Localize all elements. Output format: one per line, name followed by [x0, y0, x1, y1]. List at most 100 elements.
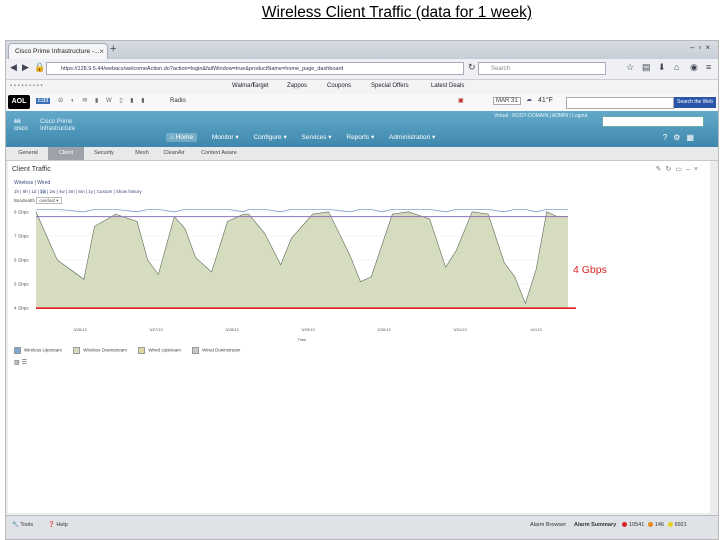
- star-icon[interactable]: ☆: [626, 62, 634, 73]
- navigation-bar: ◀ ▶ 🔒 https://128.9.5.44/webacs/welcomeA…: [6, 59, 718, 80]
- edit-icon[interactable]: ✎: [656, 166, 666, 173]
- bookmark-walmart[interactable]: Walmart: [232, 83, 254, 89]
- menu-services-label: Services: [301, 134, 327, 141]
- y-tick-label: 5 Gbps: [14, 282, 29, 287]
- refresh-panel-icon[interactable]: ↻: [666, 166, 676, 173]
- maximize-panel-icon[interactable]: ▭: [675, 166, 686, 173]
- aol-toolbar-icons[interactable]: ☮ ◐ ✉ ▮ W ▯ ▮ ▮: [58, 97, 148, 104]
- refresh-icon[interactable]: ↻: [468, 62, 476, 73]
- show-history-link[interactable]: Show history: [116, 189, 142, 194]
- main-menu: ⌂ Home Monitor ▾ Configure ▾ Services ▾ …: [166, 133, 448, 142]
- clipboard-icon[interactable]: ▤: [642, 62, 651, 73]
- bookmark-latest-deals[interactable]: Latest Deals: [431, 83, 464, 89]
- browser-search-input[interactable]: Search: [478, 62, 606, 75]
- bookmark-coupons[interactable]: Coupons: [327, 83, 351, 89]
- forward-icon[interactable]: ▶: [22, 62, 29, 73]
- major-count: 146: [654, 522, 665, 528]
- panel-controls[interactable]: ✎↻▭–×: [656, 165, 702, 173]
- aol-radio-button[interactable]: Radio: [170, 98, 186, 104]
- bookmark-target[interactable]: Target: [252, 83, 269, 89]
- menu-services[interactable]: Services ▾: [302, 133, 332, 141]
- chart-view-icon[interactable]: ▨: [14, 360, 22, 366]
- period-1d[interactable]: 1d: [31, 189, 36, 194]
- minimize-panel-icon[interactable]: –: [686, 166, 694, 173]
- legend-label: Wired Upstream: [148, 347, 181, 353]
- tab-general[interactable]: General: [10, 147, 46, 160]
- legend-item[interactable]: Wireless Downstream: [73, 347, 127, 354]
- tab-mesh[interactable]: Mesh: [124, 147, 160, 160]
- legend-item[interactable]: Wired Upstream: [138, 347, 181, 354]
- help-button[interactable]: ❓ Help: [48, 522, 68, 528]
- menu-reports[interactable]: Reports ▾: [346, 133, 374, 141]
- aol-logo[interactable]: AOL: [8, 95, 30, 109]
- menu-icon[interactable]: ≡: [706, 62, 711, 72]
- period-1w[interactable]: 1w: [40, 189, 46, 194]
- period-1y[interactable]: 1y: [88, 189, 93, 194]
- help-label: Help: [56, 522, 68, 528]
- tab-security[interactable]: Security: [86, 147, 122, 160]
- y-axis-labels: 8 Gbps 7 Gbps 6 Gbps 5 Gbps 4 Gbps: [14, 209, 29, 310]
- weather-temp: 41°F: [538, 97, 553, 104]
- user-info[interactable]: Virtual : ROOT-DOMAIN | ADMIN | Logout: [494, 113, 587, 119]
- window-controls[interactable]: –▫×: [690, 43, 714, 52]
- back-icon[interactable]: ◀: [10, 62, 17, 73]
- period-6h[interactable]: 6h: [23, 189, 28, 194]
- legend-swatch: [14, 347, 21, 354]
- x-tick-label: 3/28/13: [225, 327, 239, 332]
- x-tick-label: 3/27/13: [149, 327, 163, 332]
- period-custom[interactable]: Custom: [97, 189, 113, 194]
- legend-item[interactable]: Wired Downstream: [192, 347, 240, 354]
- aol-search-input[interactable]: [566, 97, 674, 109]
- alarm-browser-link[interactable]: Alarm Browser: [530, 522, 566, 528]
- x-tick-label: 3/29/13: [301, 327, 315, 332]
- filter-wireless[interactable]: Wireless: [14, 180, 33, 186]
- table-view-icon[interactable]: ☰: [22, 360, 29, 366]
- download-icon[interactable]: ⬇: [658, 62, 666, 73]
- tab-context-aware[interactable]: Context Aware: [196, 147, 242, 160]
- new-tab-button[interactable]: +: [110, 43, 116, 55]
- y-tick-label: 6 Gbps: [14, 258, 29, 263]
- close-panel-icon[interactable]: ×: [694, 166, 702, 173]
- critical-icon: [622, 522, 627, 528]
- period-2w[interactable]: 2w: [50, 189, 56, 194]
- period-3m[interactable]: 3m: [68, 189, 74, 194]
- alarm-summary-link[interactable]: Alarm Summary: [574, 522, 616, 528]
- menu-home[interactable]: ⌂ Home: [166, 133, 198, 142]
- bookmark-special-offers[interactable]: Special Offers: [371, 83, 409, 89]
- menu-configure[interactable]: Configure ▾: [253, 133, 286, 141]
- search-web-button[interactable]: Search the Web: [674, 97, 716, 108]
- period-6m[interactable]: 6m: [78, 189, 84, 194]
- period-selector: 1h | 6h | 1d | 1w | 2w | 4w | 3m | 6m | …: [14, 189, 142, 194]
- browser-window: Cisco Prime Infrastructure -... × + –▫× …: [5, 40, 719, 540]
- app-header: ılıılı cisco Cisco Prime Infrastructure …: [6, 111, 718, 147]
- home-icon[interactable]: ⌂: [674, 62, 679, 72]
- tab-client[interactable]: Client: [48, 147, 84, 160]
- bookmark-zappos[interactable]: Zappos: [287, 83, 307, 89]
- close-window-icon[interactable]: ×: [705, 43, 714, 52]
- major-icon: [647, 522, 653, 528]
- aol-edit-button[interactable]: Edit: [36, 98, 51, 104]
- url-input[interactable]: https://128.9.5.44/webacs/welcomeAction.…: [46, 62, 464, 75]
- browser-tab[interactable]: Cisco Prime Infrastructure -... ×: [8, 43, 108, 59]
- filter-wired[interactable]: Wired: [37, 180, 50, 186]
- menu-monitor[interactable]: Monitor ▾: [212, 133, 239, 141]
- alarm-counts[interactable]: 10541 146 9921: [620, 522, 687, 528]
- weather-icon: ☁: [526, 97, 532, 103]
- help-icon[interactable]: ?: [663, 133, 673, 142]
- x-tick-label: 3/26/13: [73, 327, 87, 332]
- settings-icon[interactable]: ⚙: [673, 133, 686, 142]
- header-icons[interactable]: ?⚙▦: [663, 133, 700, 142]
- tools-button[interactable]: 🔧 Tools: [12, 522, 33, 528]
- y-tick-label: 4 Gbps: [14, 306, 29, 311]
- cisco-logo-text: cisco: [14, 126, 28, 132]
- legend-item[interactable]: Wireless Upstream: [14, 347, 62, 354]
- critical-count: 10541: [629, 522, 645, 528]
- menu-administration[interactable]: Administration ▾: [389, 133, 435, 141]
- app-search-input[interactable]: [602, 116, 704, 127]
- close-tab-icon[interactable]: ×: [99, 44, 104, 59]
- layout-icon[interactable]: ▦: [686, 133, 700, 142]
- tab-cleanair[interactable]: CleanAir: [156, 147, 192, 160]
- period-4w[interactable]: 4w: [59, 189, 65, 194]
- period-1h[interactable]: 1h: [14, 189, 19, 194]
- addon-icon[interactable]: ◉: [690, 62, 698, 73]
